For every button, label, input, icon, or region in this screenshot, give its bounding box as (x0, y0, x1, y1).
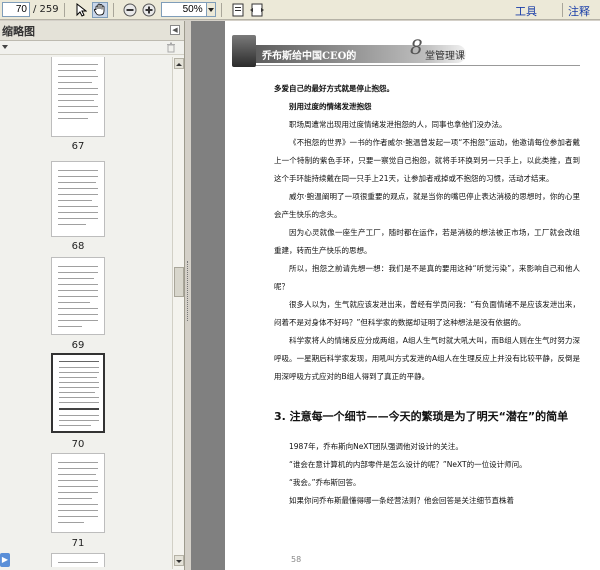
paragraph: 很多人以为，生气就应该发泄出来，曾经有学员问我：“有负面情绪不是应该发泄出来，闷… (274, 300, 580, 327)
header-title-rest: 堂管理课 (425, 51, 465, 62)
paragraph: 如果你问乔布斯最懂得哪一条经营法则？他会回答是关注细节直株着 (289, 496, 514, 505)
thumbnails-panel: 缩略图 ◀ 67 68 69 70 71 ▶ (0, 21, 185, 570)
paragraph: 威尔·鲍温阐明了一项很重要的观点，就是当你的嘴巴停止表达消极的思想时，你的心里会… (274, 192, 580, 219)
header-title: 乔布斯给中国CEO的 (262, 51, 357, 62)
thumbnail-page-selected[interactable] (51, 353, 105, 433)
thumbnails-panel-title: 缩略图 (2, 24, 35, 38)
header-number: 8 (410, 35, 423, 59)
options-menu-icon[interactable] (2, 45, 8, 49)
page-body: 多爱自己的最好方式就是停止抱怨。别用过度的情绪发泄抱怨职场周遭常出现用过度情绪发… (274, 80, 580, 510)
thumbnails-scrollbar[interactable] (172, 57, 184, 569)
thumbnails-toolbar (0, 41, 184, 55)
hand-tool-icon[interactable] (91, 1, 108, 18)
header-rule (256, 65, 580, 66)
thumbnail-label: 68 (71, 241, 85, 252)
thumbnail-page[interactable] (51, 161, 105, 237)
pdf-reader-window: / 259 工具 注释 缩略图 ◀ (0, 0, 600, 570)
zoom-out-icon[interactable] (122, 2, 138, 18)
document-view[interactable]: 乔布斯给中国CEO的 8 堂管理课 多爱自己的最好方式就是停止抱怨。别用过度的情… (191, 21, 600, 570)
separator (562, 3, 563, 17)
collapse-panel-button[interactable]: ◀ (170, 25, 180, 35)
page-total: / 259 (33, 4, 59, 15)
menu-comment[interactable]: 注释 (568, 3, 590, 19)
paragraph: “我会。”乔布斯回答。 (289, 478, 361, 487)
page-running-header: 乔布斯给中国CEO的 8 堂管理课 (232, 35, 580, 67)
scroll-up-button[interactable] (174, 58, 184, 69)
thumbnail-page[interactable] (51, 57, 105, 137)
paragraph: 因为心灵就像一座生产工厂，随时都在运作，若是消极的想法被正市场，工厂就会改组重建… (274, 228, 580, 255)
page-badge-icon[interactable]: ▶ (0, 553, 10, 567)
paragraph: 所以，抱怨之前请先想一想：我们是不是真的要用这种“听觉污染”，来影响自己和他人呢… (274, 264, 580, 291)
thumbnail-page[interactable] (51, 453, 105, 533)
thumbnail-page[interactable] (51, 553, 105, 567)
fit-page-icon[interactable] (230, 2, 246, 18)
paragraph: 职场周遭常出现用过度情绪发泄抱怨的人，同事也拿他们没办法。 (289, 120, 507, 129)
thumbnail-page[interactable] (51, 257, 105, 335)
separator (112, 2, 114, 17)
thumbnail-label: 70 (71, 439, 85, 450)
scroll-down-button[interactable] (174, 555, 184, 566)
thumbnails-panel-header: 缩略图 ◀ (0, 21, 184, 41)
thumbnail-label: 69 (71, 340, 85, 351)
zoom-dropdown-button[interactable] (206, 2, 216, 17)
paragraph: 别用过度的情绪发泄抱怨 (289, 102, 372, 111)
section-heading: 3. 注意每一个细节——今天的繁琐是为了明天“潜在”的简单 (274, 410, 569, 423)
splitter-grip (187, 261, 189, 321)
zoom-in-icon[interactable] (141, 2, 157, 18)
separator (63, 2, 65, 17)
menu-tools[interactable]: 工具 (515, 3, 537, 19)
select-tool-icon[interactable] (73, 2, 89, 18)
page-number-input[interactable] (2, 2, 30, 17)
toolbar: / 259 工具 注释 (0, 0, 600, 20)
portrait-image (232, 35, 256, 67)
thumbnail-label: 71 (71, 538, 85, 549)
paragraph: 科学家将人的情绪反应分成两组，A组人生气时就大吼大叫，而B组人则在生气时努力深呼… (274, 336, 580, 381)
scroll-thumb[interactable] (174, 267, 184, 297)
page-number: 58 (291, 555, 302, 564)
fit-width-icon[interactable] (249, 2, 265, 18)
paragraph: 多爱自己的最好方式就是停止抱怨。 (274, 84, 394, 93)
zoom-level-input[interactable] (160, 2, 207, 17)
paragraph: “谁会在意计算机的内部零件是怎么设计的呢？”NeXT的一位设计师问。 (289, 460, 527, 469)
delete-page-icon[interactable] (166, 42, 176, 53)
paragraph: 《不抱怨的世界》一书的作者威尔·鲍温曾发起一项“不抱怨”运动，他邀请每位参加者戴… (274, 138, 580, 183)
thumbnail-list[interactable]: 67 68 69 70 71 (0, 57, 172, 567)
separator (220, 2, 222, 17)
document-page: 乔布斯给中国CEO的 8 堂管理课 多爱自己的最好方式就是停止抱怨。别用过度的情… (225, 21, 600, 570)
thumbnail-label: 67 (71, 141, 85, 152)
paragraph: 1987年，乔布斯向NeXT团队强调他对设计的关注。 (289, 442, 463, 451)
